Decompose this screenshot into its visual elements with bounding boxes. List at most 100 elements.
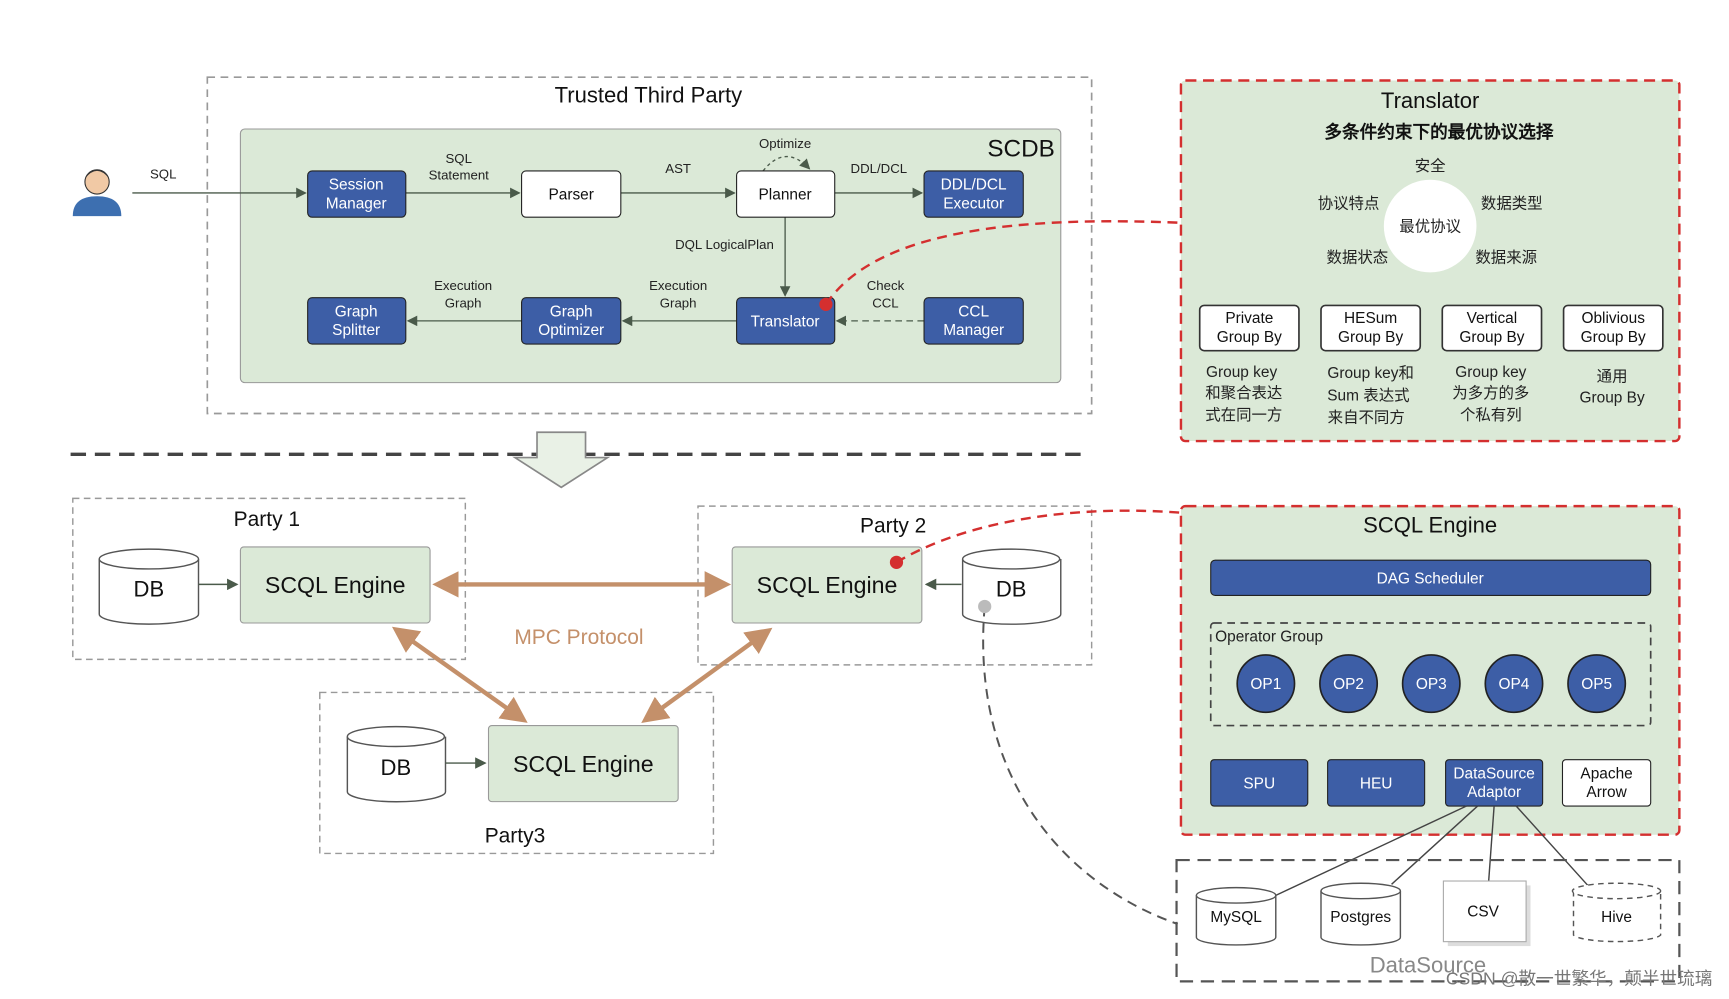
- party3-scql-engine: SCQL Engine: [513, 751, 654, 777]
- scql-engine-panel: SCQL Engine DAG Scheduler Operator Group…: [1179, 504, 1681, 836]
- scql-architecture-diagram: Trusted Third Party SCDB SQL SQL Stateme…: [70, 76, 1713, 989]
- scdb-label: SCDB: [987, 136, 1054, 163]
- label: Apache: [1580, 765, 1632, 782]
- label: 来自不同方: [1328, 408, 1405, 426]
- op3: OP3: [1401, 654, 1461, 714]
- apache-arrow-module: Apache Arrow: [1561, 759, 1652, 807]
- down-arrow-icon: [512, 431, 611, 489]
- dag-scheduler-label: DAG Scheduler: [1377, 570, 1484, 587]
- party2-scql-engine: SCQL Engine: [757, 572, 898, 598]
- label: Group By: [1580, 389, 1645, 406]
- factor-label: 数据状态: [1327, 248, 1389, 266]
- label: OP2: [1333, 676, 1364, 693]
- csv-file: CSV: [1442, 880, 1531, 947]
- label: Manager: [326, 195, 387, 212]
- graph-splitter-box: Graph Splitter: [307, 297, 407, 345]
- party2-db: DB: [961, 548, 1062, 625]
- label: Executor: [943, 195, 1004, 212]
- optimal-protocol-label: 最优协议: [1399, 218, 1461, 236]
- label: 通用: [1597, 368, 1628, 386]
- label: CSV: [1467, 903, 1499, 920]
- label: Party 1: [234, 508, 300, 531]
- edge-label-sql-statement: SQL: [445, 151, 471, 166]
- label: CCL: [958, 303, 989, 320]
- datasource-group: MySQL Postgres CSV Hive DataSource: [1175, 858, 1681, 983]
- label: DB: [996, 577, 1027, 602]
- postgres-db: Postgres: [1320, 882, 1402, 946]
- edge-label-ast: AST: [665, 161, 691, 176]
- label: 个私有列: [1460, 406, 1522, 424]
- ccl-manager-box: CCL Manager: [923, 297, 1024, 345]
- edge-label-sql-statement: Statement: [429, 168, 490, 183]
- label: Optimizer: [538, 322, 604, 339]
- watermark: CSDN @散一世繁华，颠半世琉璃: [1446, 969, 1713, 989]
- db-datasource-connector: [982, 606, 1178, 925]
- label: HESum: [1344, 310, 1397, 327]
- label: Vertical: [1467, 310, 1518, 327]
- edge-label-optimize: Optimize: [759, 136, 811, 151]
- parser-box: Parser: [521, 170, 622, 218]
- label: Party 2: [860, 515, 926, 538]
- party1-db: DB: [98, 548, 200, 625]
- label: Manager: [943, 322, 1004, 339]
- label: Group By: [1338, 329, 1403, 346]
- party3-db: DB: [346, 725, 447, 803]
- translator-panel-subtitle: 多条件约束下的最优协议选择: [1324, 121, 1554, 142]
- label: Adaptor: [1467, 784, 1521, 801]
- label: OP1: [1250, 676, 1281, 693]
- translator-panel-title: Translator: [1381, 88, 1479, 113]
- label: Group key: [1206, 364, 1277, 381]
- party1-scql-engine: SCQL Engine: [265, 572, 406, 598]
- translator-marker: [819, 297, 833, 311]
- mysql-db: MySQL: [1195, 886, 1277, 946]
- label: Group key和: [1327, 364, 1414, 382]
- factor-label: 安全: [1415, 157, 1446, 175]
- edge-label-exec-graph: Graph: [660, 296, 697, 311]
- edge-label-exec-graph: Graph: [445, 296, 482, 311]
- op2: OP2: [1319, 654, 1379, 714]
- label: Arrow: [1586, 784, 1627, 801]
- label: OP5: [1581, 676, 1612, 693]
- mpc-protocol-label: MPC Protocol: [514, 626, 643, 649]
- hive-db: Hive: [1571, 882, 1662, 943]
- sql-label: SQL: [150, 167, 176, 182]
- label: Postgres: [1330, 909, 1391, 926]
- label: Parser: [548, 187, 593, 204]
- label: Hive: [1601, 909, 1632, 926]
- heu-module: HEU: [1327, 759, 1426, 807]
- datasource-adaptor-module: DataSource Adaptor: [1445, 759, 1544, 807]
- label: 和聚合表达: [1205, 384, 1282, 402]
- op4: OP4: [1484, 654, 1544, 714]
- label: Oblivious: [1581, 310, 1645, 327]
- session-manager-box: Session Manager: [307, 170, 407, 218]
- edge-label-exec-graph: Execution: [649, 278, 707, 293]
- label: SPU: [1243, 775, 1275, 792]
- label: DataSource: [1453, 765, 1534, 782]
- mpc-links: [391, 571, 773, 724]
- label: DDL/DCL: [941, 177, 1007, 194]
- trusted-title: Trusted Third Party: [555, 83, 742, 108]
- factor-label: 协议特点: [1318, 194, 1380, 212]
- label: Group By: [1217, 329, 1282, 346]
- edge-label-check-ccl: CCL: [872, 296, 898, 311]
- label: Private: [1225, 310, 1273, 327]
- label: Graph: [550, 303, 593, 320]
- label: 式在同一方: [1205, 406, 1282, 424]
- label: Translator: [751, 313, 820, 330]
- user-icon: [72, 169, 122, 217]
- label: DB: [134, 577, 165, 602]
- graph-optimizer-box: Graph Optimizer: [521, 297, 622, 345]
- label: Group By: [1459, 329, 1524, 346]
- engine-marker: [889, 555, 904, 569]
- factor-label: 数据来源: [1475, 248, 1537, 266]
- label: HEU: [1360, 775, 1393, 792]
- label: OP3: [1416, 676, 1447, 693]
- operator-group-label: Operator Group: [1215, 629, 1323, 646]
- edge-label-ddl-dcl: DDL/DCL: [851, 161, 908, 176]
- label: Session: [329, 177, 384, 194]
- label: Sum 表达式: [1327, 386, 1409, 404]
- label: OP4: [1499, 676, 1530, 693]
- edge-label-check-ccl: Check: [867, 278, 905, 293]
- db-marker: [978, 599, 992, 614]
- trusted-third-party: Trusted Third Party SCDB: [206, 76, 1093, 415]
